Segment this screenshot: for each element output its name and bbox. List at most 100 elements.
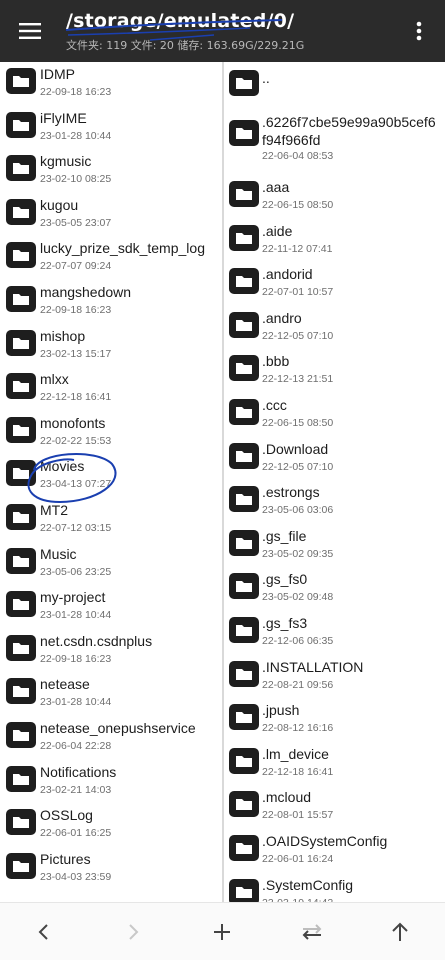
folder-icon (229, 617, 259, 643)
chevron-right-icon[interactable] (117, 917, 149, 947)
folder-icon (6, 373, 36, 400)
folder-icon (229, 268, 259, 295)
folder-icon (229, 224, 259, 251)
folder-row[interactable]: .ccc 22-06-15 08:50 (224, 391, 445, 434)
folder-date: 22-12-05 07:10 (262, 460, 334, 473)
folder-row[interactable]: .. (224, 64, 445, 104)
folder-name: .andorid (262, 266, 313, 283)
folder-date: 22-06-04 08:53 (262, 150, 334, 162)
folder-row[interactable]: mangshedown 22-09-18 16:23 (0, 278, 222, 321)
arrow-up-icon[interactable] (384, 917, 416, 947)
folder-row[interactable]: Movies 23-04-13 07:27 (0, 452, 222, 495)
folder-icon (229, 878, 259, 902)
folder-date: 23-04-13 07:27 (40, 478, 112, 491)
folder-date: 23-02-10 08:25 (40, 173, 112, 186)
folder-row[interactable]: mlxx 22-12-18 16:41 (0, 365, 222, 408)
folder-row[interactable]: .andro 22-12-05 07:10 (224, 304, 445, 347)
folder-row[interactable]: kgmusic 23-02-10 08:25 (0, 147, 222, 190)
folder-row[interactable]: .lm_device 22-12-18 16:41 (224, 740, 445, 783)
folder-row[interactable]: Notifications 23-02-21 14:03 (0, 758, 222, 801)
folder-row[interactable]: .andorid 22-07-01 10:57 (224, 260, 445, 303)
folder-icon (229, 704, 259, 731)
swap-arrows-icon[interactable] (296, 917, 328, 947)
folder-row[interactable]: Pictures 23-04-03 23:59 (0, 845, 222, 888)
folder-row[interactable]: iFlyIME 23-01-28 10:44 (0, 104, 222, 147)
folder-date: 22-07-07 09:24 (40, 260, 112, 273)
folder-name: Music (40, 545, 77, 562)
folder-icon (229, 355, 259, 382)
folder-row[interactable]: my-project 23-01-28 10:44 (0, 583, 222, 626)
folder-row[interactable]: netease_onepushservice 22-06-04 22:28 (0, 714, 222, 757)
folder-row[interactable]: net.csdn.csdnplus 22-09-18 16:23 (0, 627, 222, 670)
folder-row[interactable]: MT2 22-07-12 03:15 (0, 496, 222, 539)
folder-row[interactable]: mishop 23-02-13 15:17 (0, 322, 222, 365)
folder-icon (229, 660, 259, 687)
chevron-left-icon[interactable] (28, 917, 60, 947)
folder-name: .OAIDSystemConfig (262, 833, 388, 849)
folder-row[interactable]: .aaa 22-06-15 08:50 (224, 173, 445, 216)
folder-row[interactable]: .estrongs 23-05-06 03:06 (224, 478, 445, 521)
folder-icon (229, 791, 259, 818)
folder-date: 23-04-03 23:59 (40, 870, 112, 883)
folder-row[interactable]: .bbb 22-12-13 21:51 (224, 347, 445, 390)
current-path[interactable]: /storage/emulated/0/ (66, 10, 294, 32)
folder-date: 22-12-18 16:41 (40, 391, 112, 404)
folder-row[interactable]: .aide 22-11-12 07:41 (224, 217, 445, 260)
folder-name: .aaa (262, 179, 290, 195)
folder-row[interactable]: .6226f7cbe59e99a90b5cef6 f94f966fd 22-06-0… (224, 110, 445, 168)
folder-row[interactable]: OSSLog 22-06-01 16:25 (0, 801, 222, 844)
folder-name: monofonts (40, 414, 106, 431)
folder-row[interactable]: .mcloud 22-08-01 15:57 (224, 783, 445, 826)
folder-date: 22-12-18 16:41 (262, 765, 334, 778)
folder-icon (6, 286, 36, 312)
folder-name: .. (262, 70, 270, 86)
folder-row[interactable]: .OAIDSystemConfig 22-06-01 16:24 (224, 827, 445, 870)
folder-row[interactable]: Music 23-05-06 23:25 (0, 540, 222, 583)
folder-row[interactable]: IDMP 22-09-18 16:23 (0, 62, 222, 103)
folder-icon (6, 634, 36, 661)
folder-name: .estrongs (262, 484, 320, 501)
folder-icon (229, 486, 259, 513)
folder-date: 22-12-05 07:10 (262, 329, 334, 342)
folder-row[interactable]: .gs_file 23-05-02 09:35 (224, 522, 445, 565)
folder-icon (6, 722, 36, 748)
folder-icon (6, 547, 36, 574)
folder-icon (6, 329, 36, 356)
plus-icon[interactable] (206, 917, 238, 947)
folder-row[interactable]: .INSTALLATION 22-08-21 09:56 (224, 653, 445, 696)
folder-icon (6, 68, 36, 94)
folder-name: iFlyIME (40, 109, 87, 126)
folder-row[interactable]: .Download 22-12-05 07:10 (224, 435, 445, 478)
more-vert-icon[interactable] (409, 18, 429, 44)
folder-icon (6, 678, 36, 705)
folder-date: 22-06-15 08:50 (262, 199, 334, 211)
folder-icon (229, 573, 259, 600)
folder-name: .bbb (262, 353, 290, 370)
folder-row[interactable]: .SystemConfig23-03-19 14:42 (224, 871, 445, 902)
folder-name: .gs_file (262, 527, 307, 544)
folder-name: Movies (40, 458, 85, 475)
folder-date: 22-08-01 15:57 (262, 809, 334, 822)
folder-date: 22-06-01 16:24 (262, 853, 334, 865)
folder-row[interactable]: netease 23-01-28 10:44 (0, 670, 222, 713)
folder-name: .gs_fs0 (262, 571, 308, 588)
folder-row[interactable]: .jpush 22-08-12 16:16 (224, 696, 445, 739)
folder-name: .Download (262, 440, 329, 457)
folder-name: .INSTALLATION (262, 658, 364, 675)
folder-row[interactable]: .gs_fs3 22-12-06 06:35 (224, 609, 445, 652)
folder-date: 23-01-28 10:44 (40, 609, 112, 622)
folder-name: kgmusic (40, 153, 92, 170)
folder-icon (6, 852, 36, 879)
folder-icon (6, 242, 36, 269)
hamburger-menu-icon[interactable] (13, 18, 47, 44)
folder-row[interactable]: lucky_prize_sdk_temp_log 22-07-07 09:24 (0, 234, 222, 277)
folder-row[interactable]: monofonts 22-02-22 15:53 (0, 409, 222, 452)
folder-name: IDMP (40, 66, 75, 82)
right-file-list[interactable]: .. .6226f7cbe59e99a90b5cef6 f94f966fd 22-06… (224, 62, 445, 902)
left-file-list[interactable]: IDMP 22-09-18 16:23 iFlyIME 23-01-28 10:44 k… (0, 62, 222, 902)
folder-row[interactable]: kugou 23-05-05 23:07 (0, 191, 222, 234)
folder-name: net.csdn.csdnplus (40, 632, 153, 649)
folder-row[interactable]: .gs_fs0 23-05-02 09:48 (224, 565, 445, 608)
folder-icon (6, 416, 36, 443)
folder-date: 22-07-01 10:57 (262, 286, 334, 299)
